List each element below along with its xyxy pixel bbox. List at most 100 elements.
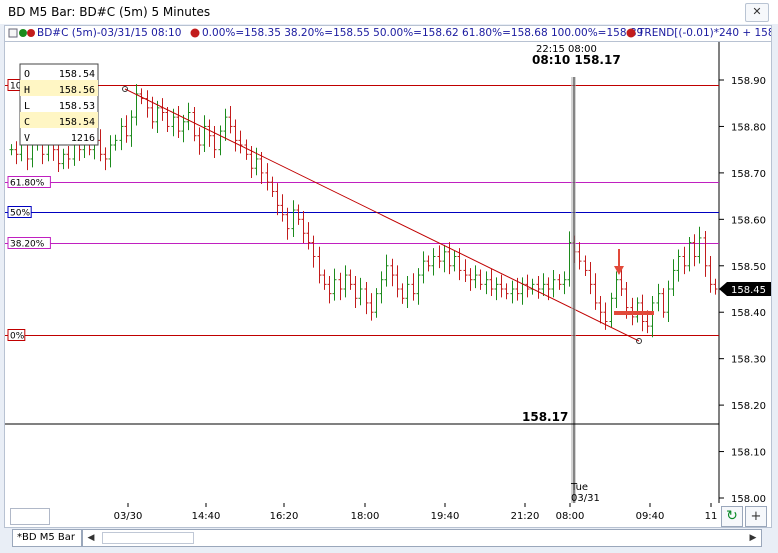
ohlc-key: C: [24, 117, 30, 128]
price-bar: [364, 282, 369, 315]
ohlc-value: 1216: [71, 133, 95, 144]
price-tick-label: 158.10: [731, 448, 766, 459]
price-bar: [14, 141, 19, 165]
price-bar: [332, 268, 337, 301]
price-bar: [530, 278, 535, 295]
price-bars: [9, 84, 718, 338]
price-bar: [593, 273, 598, 310]
price-bar: [395, 265, 400, 298]
price-bar: [557, 274, 562, 290]
scroll-right-icon[interactable]: ▶: [745, 530, 761, 546]
price-bar: [202, 115, 207, 152]
time-tick-label: 08:00: [556, 511, 585, 522]
time-tick-label: 18:00: [351, 511, 380, 522]
price-bar: [666, 280, 671, 322]
price-bar: [358, 277, 363, 306]
time-tick-label: 16:20: [270, 511, 299, 522]
price-bar: [614, 271, 619, 309]
scroll-thumb[interactable]: [102, 532, 194, 544]
price-bar: [379, 271, 384, 304]
price-bar: [296, 204, 301, 225]
price-bar: [588, 262, 593, 295]
price-bar: [181, 114, 186, 143]
price-bar: [656, 283, 661, 312]
price-tick-label: 158.50: [731, 262, 766, 273]
price-tick-label: 158.80: [731, 122, 766, 133]
price-bar: [212, 125, 217, 159]
price-bar: [609, 292, 614, 328]
refresh-icon[interactable]: ↻: [721, 506, 743, 527]
price-bar: [238, 130, 243, 154]
price-bar: [520, 277, 525, 305]
time-axis: 03/30 14:40 16:20 18:00 19:40 21:20 08:00 09:40…: [4, 497, 772, 528]
price-bar: [113, 134, 118, 151]
ohlc-key: H: [24, 85, 30, 96]
close-button[interactable]: ✕: [745, 3, 769, 22]
chart-canvas[interactable]: 158.90 158.80 158.70 158.60 158.50 158.40 158.…: [5, 42, 771, 505]
current-price-pointer: [719, 282, 727, 296]
price-bar: [421, 251, 426, 284]
price-bar: [66, 145, 71, 169]
tab-bd-m5-bar[interactable]: *BD M5 Bar: [12, 529, 82, 547]
symbol-info: BD#C (5m)-03/31/15 08:10: [37, 27, 182, 39]
price-bar: [676, 249, 681, 282]
price-tick-label: 158.40: [731, 308, 766, 319]
price-bar: [275, 183, 280, 216]
ohlc-key: L: [24, 101, 30, 112]
price-bar: [207, 119, 212, 147]
ohlc-key: V: [24, 133, 30, 144]
price-bar: [635, 297, 640, 323]
price-bar: [426, 255, 431, 272]
price-bar: [145, 90, 150, 118]
price-bar: [562, 271, 567, 295]
price-bar: [405, 275, 410, 309]
horizontal-scrollbar[interactable]: ◀ ▶: [82, 529, 762, 547]
price-tick-label: 158.30: [731, 355, 766, 366]
price-bar: [197, 127, 202, 155]
price-bar: [103, 147, 108, 171]
ohlc-value: 158.54: [59, 117, 95, 128]
trend-tool-icon[interactable]: [625, 26, 637, 41]
price-tick-label: 158.20: [731, 401, 766, 412]
series-color-icon[interactable]: [7, 26, 37, 41]
time-tick-label: 09:40: [636, 511, 665, 522]
price-bar: [499, 274, 504, 298]
scroll-left-icon[interactable]: ◀: [83, 530, 99, 546]
crosshair-day-label: Tue: [570, 482, 588, 493]
price-bar: [463, 259, 468, 283]
price-bar: [327, 275, 332, 304]
add-chart-button[interactable]: +: [745, 506, 767, 527]
price-bar: [536, 275, 541, 299]
ohlc-value: 158.56: [59, 85, 95, 96]
price-bar: [311, 235, 316, 268]
price-bar: [353, 275, 358, 309]
price-bar: [489, 268, 494, 296]
price-bar: [176, 106, 181, 139]
price-chart[interactable]: 158.90 158.80 158.70 158.60 158.50 158.40 158.…: [4, 41, 772, 505]
price-bar: [291, 200, 296, 237]
price-bar: [374, 288, 379, 318]
price-bar: [186, 102, 191, 131]
price-bar: [577, 242, 582, 270]
price-bar: [510, 280, 515, 304]
fib-levels-info: 0.00%=158.35 38.20%=158.55 50.00%=158.62…: [202, 27, 644, 39]
price-bar: [468, 268, 473, 291]
zoom-box[interactable]: [10, 508, 50, 525]
price-bar: [108, 135, 113, 168]
price-bar: [687, 236, 692, 272]
price-bar: [400, 283, 405, 304]
window-title: BD M5 Bar: BD#C (5m) 5 Minutes: [8, 5, 211, 19]
price-bar: [322, 269, 327, 290]
fib-tool-icon[interactable]: [189, 26, 201, 41]
price-bar: [661, 288, 666, 318]
price-bar: [541, 273, 546, 296]
price-axis: 158.90 158.80 158.70 158.60 158.50 158.40 158.…: [718, 42, 771, 505]
price-bar: [306, 222, 311, 250]
price-bar: [348, 269, 353, 290]
time-tick-label: 14:40: [192, 511, 221, 522]
price-bar: [416, 268, 421, 305]
ohlc-key: O: [24, 69, 30, 80]
down-arrow-icon: [614, 249, 624, 275]
price-bar: [317, 246, 322, 284]
price-bar: [692, 234, 697, 267]
